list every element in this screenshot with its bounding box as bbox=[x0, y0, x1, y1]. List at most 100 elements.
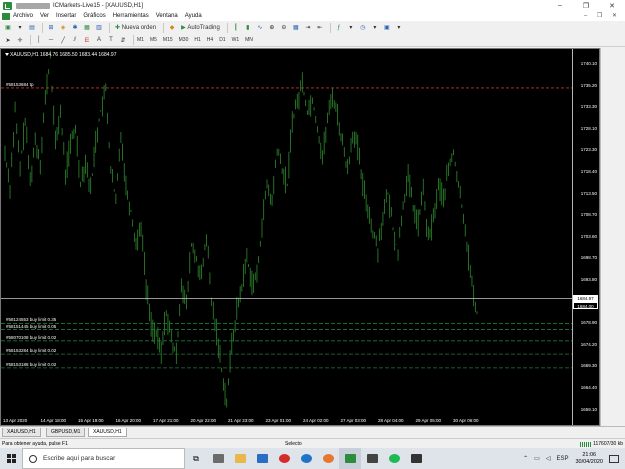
trendline-icon[interactable]: ╱ bbox=[58, 35, 68, 45]
data-window-icon[interactable]: ◈ bbox=[58, 23, 68, 33]
menu-insertar[interactable]: Insertar bbox=[56, 13, 76, 19]
timeframe-m5[interactable]: M5 bbox=[150, 37, 157, 43]
time-tick-label: 27 Apr 03:00 bbox=[340, 418, 367, 423]
metatrader-app-icon[interactable] bbox=[339, 448, 361, 469]
timeframe-h1[interactable]: H1 bbox=[194, 37, 200, 43]
dropdown-icon[interactable]: ▾ bbox=[15, 23, 25, 33]
zoom-in-icon[interactable]: ⊕ bbox=[267, 23, 277, 33]
firefox-browser-icon[interactable] bbox=[317, 448, 339, 469]
restore-button[interactable]: ❐ bbox=[573, 0, 599, 11]
templates-icon[interactable]: ▣ bbox=[382, 23, 392, 33]
dropdown-icon[interactable]: ▾ bbox=[346, 23, 356, 33]
menu-ayuda[interactable]: Ayuda bbox=[185, 13, 202, 19]
tab-gbpusd-m1[interactable]: GBPUSD,M1 bbox=[46, 428, 86, 437]
network-icon[interactable]: ▭ bbox=[534, 455, 540, 462]
periods-icon[interactable]: ◷ bbox=[358, 23, 368, 33]
fibonacci-icon[interactable]: ⋿ bbox=[82, 35, 92, 45]
dropdown-icon[interactable]: ▾ bbox=[370, 23, 380, 33]
price-axis[interactable]: 1740.10 1735.20 1733.30 1728.10 1723.30 1718.… bbox=[572, 49, 599, 425]
crosshair-icon[interactable]: ✛ bbox=[15, 35, 25, 45]
show-hidden-icons-icon[interactable]: ⌃ bbox=[523, 455, 528, 462]
price-chart[interactable]: XAUUSD,H1 1684.76 1685.50 1683.44 1684.9… bbox=[0, 48, 600, 426]
order-label: #58124553 buy limit 0.35 bbox=[6, 317, 57, 323]
separator bbox=[226, 22, 228, 33]
clock-date: 30/04/2020 bbox=[575, 458, 603, 465]
new-chart-icon[interactable]: ▣ bbox=[3, 23, 13, 33]
timeframe-m15[interactable]: M15 bbox=[163, 37, 173, 43]
take-profit-label: #58153684 tp bbox=[6, 81, 34, 87]
dropdown-icon[interactable]: ▾ bbox=[394, 23, 404, 33]
equidistant-channel-icon[interactable]: ⫽ bbox=[70, 35, 80, 45]
menu-ver[interactable]: Ver bbox=[40, 13, 49, 19]
zoom-out-icon[interactable]: ⊖ bbox=[279, 23, 289, 33]
tab-xauusd-h1-active[interactable]: XAUUSD,H1 bbox=[88, 428, 127, 437]
windows-logo-icon bbox=[6, 454, 16, 463]
spotify-app-icon[interactable] bbox=[383, 448, 405, 469]
bar-chart-icon[interactable]: ┃ bbox=[231, 23, 241, 33]
chart-menu-arrow-icon bbox=[5, 53, 9, 56]
menu-archivo[interactable]: Archivo bbox=[13, 13, 33, 19]
time-tick-label: 13 Apr 2020 bbox=[3, 418, 28, 423]
start-button[interactable] bbox=[0, 448, 22, 469]
terminal-icon[interactable]: ▦ bbox=[82, 23, 92, 33]
file-explorer-icon[interactable] bbox=[229, 448, 251, 469]
plus-icon: ✚ bbox=[115, 25, 121, 31]
autotrading-label: AutoTrading bbox=[187, 24, 220, 31]
volume-icon[interactable]: ◁ bbox=[546, 455, 551, 462]
clock[interactable]: 21:06 30/04/2020 bbox=[575, 452, 603, 466]
tile-windows-icon[interactable]: ▦ bbox=[291, 23, 301, 33]
indicators-icon[interactable]: ƒ bbox=[334, 23, 344, 33]
opera-browser-icon[interactable] bbox=[273, 448, 295, 469]
menu-herramientas[interactable]: Herramientas bbox=[113, 13, 149, 19]
timeframe-m30[interactable]: M30 bbox=[179, 37, 189, 43]
notifications-icon[interactable] bbox=[609, 454, 619, 463]
time-tick-label: 24 Apr 02:00 bbox=[303, 418, 329, 423]
menu-ventana[interactable]: Ventana bbox=[156, 13, 178, 19]
separator bbox=[329, 22, 331, 33]
chart-shift-icon[interactable]: ⇤ bbox=[315, 23, 325, 33]
cursor-icon[interactable]: ➤ bbox=[3, 35, 13, 45]
timeframe-d1[interactable]: D1 bbox=[219, 37, 225, 43]
calculator-app-icon[interactable] bbox=[207, 448, 229, 469]
mail-app-icon[interactable] bbox=[251, 448, 273, 469]
timeframe-m1[interactable]: M1 bbox=[137, 37, 144, 43]
separator bbox=[30, 35, 31, 45]
chart-plot-area bbox=[1, 50, 573, 408]
camera-app-icon[interactable] bbox=[361, 448, 383, 469]
time-tick-label: 23 Apr 01:00 bbox=[265, 418, 292, 423]
taskbar-search[interactable]: Escribe aquí para buscar bbox=[22, 448, 185, 469]
chart-tabs-bar: XAUUSD,H1 GBPUSD,M1 XAUUSD,H1 bbox=[0, 426, 625, 438]
edge-browser-icon[interactable] bbox=[295, 448, 317, 469]
text-label-icon[interactable]: T bbox=[106, 35, 116, 45]
time-tick-label: 29 Apr 05:00 bbox=[415, 418, 442, 423]
candlestick-icon[interactable]: ▮ bbox=[243, 23, 253, 33]
market-watch-icon[interactable]: ⊞ bbox=[46, 23, 56, 33]
price-tick-label: 1698.70 bbox=[580, 255, 597, 261]
line-chart-icon[interactable]: ∿ bbox=[255, 23, 265, 33]
terminal-app-icon[interactable] bbox=[405, 448, 427, 469]
arrows-icon[interactable]: ⇵ bbox=[118, 35, 128, 45]
timeframe-mn[interactable]: MN bbox=[245, 37, 253, 43]
autoscroll-icon[interactable]: ⇥ bbox=[303, 23, 313, 33]
timeframe-w1[interactable]: W1 bbox=[232, 37, 240, 43]
language-indicator[interactable]: ESP bbox=[556, 456, 568, 462]
metaeditor-icon[interactable]: ◆ bbox=[167, 23, 177, 33]
vertical-line-icon[interactable]: │ bbox=[34, 35, 44, 45]
price-tick-label: 1718.40 bbox=[580, 169, 597, 174]
tab-xauusd-h1[interactable]: XAUUSD,H1 bbox=[2, 428, 41, 437]
task-view-icon[interactable]: ⧉ bbox=[185, 448, 207, 469]
price-tick-label: 1728.10 bbox=[580, 125, 597, 131]
chart-window-icon[interactable] bbox=[2, 12, 10, 20]
horizontal-line-icon[interactable]: ─ bbox=[46, 35, 56, 45]
navigator-icon[interactable]: ✱ bbox=[70, 23, 80, 33]
profiles-icon[interactable]: ▤ bbox=[27, 23, 37, 33]
strategy-tester-icon[interactable]: ▥ bbox=[94, 23, 104, 33]
close-button[interactable]: ✕ bbox=[599, 0, 625, 11]
timeframe-h4[interactable]: H4 bbox=[207, 37, 213, 43]
autotrading-button[interactable]: ▶ AutoTrading bbox=[179, 23, 222, 33]
new-order-button[interactable]: ✚ Nueva orden bbox=[113, 23, 158, 33]
child-window-controls[interactable]: – ❐ ✕ bbox=[584, 12, 621, 19]
menu-graficos[interactable]: Gráficos bbox=[83, 13, 105, 19]
text-icon[interactable]: A bbox=[94, 35, 104, 45]
minimize-button[interactable]: – bbox=[547, 0, 573, 11]
